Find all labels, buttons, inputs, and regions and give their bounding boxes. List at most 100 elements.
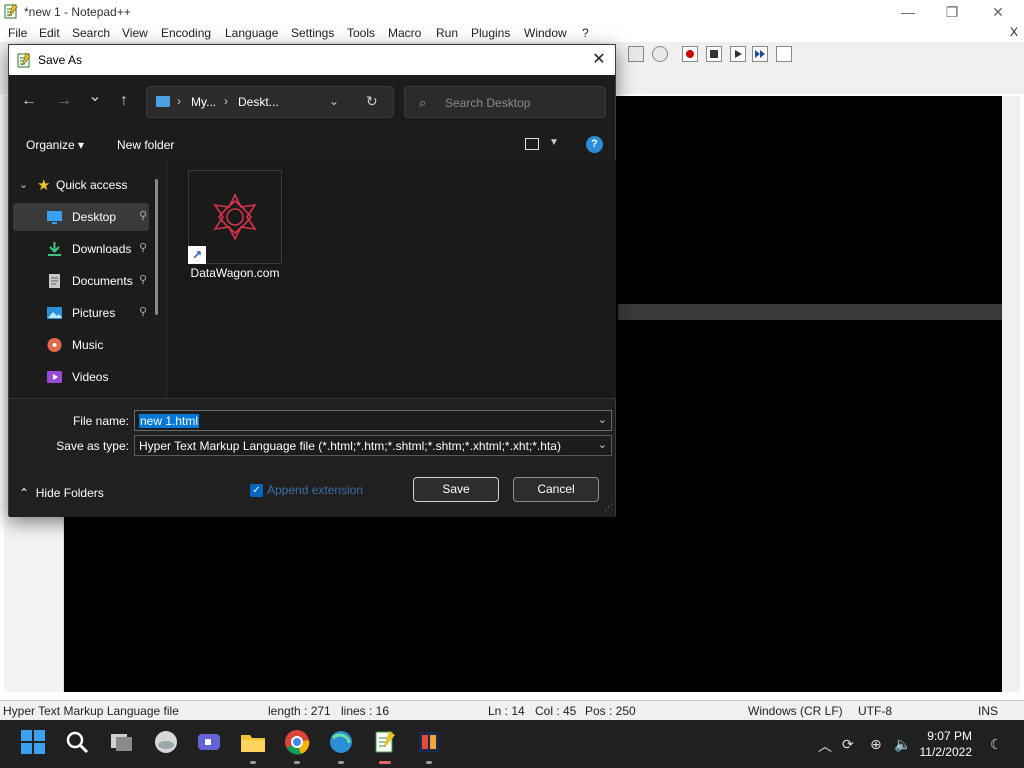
menu-run[interactable]: Run (436, 26, 458, 40)
folder-icon[interactable] (239, 728, 267, 756)
help-icon[interactable]: ? (586, 136, 603, 153)
chrome-icon[interactable] (283, 728, 311, 756)
chevron-down-icon[interactable]: ⌄ (19, 178, 28, 191)
minimize-button[interactable]: — (898, 2, 918, 22)
chevron-down-icon[interactable]: ⌄ (598, 438, 607, 451)
hide-folders-button[interactable]: ⌃ Hide Folders (19, 486, 104, 500)
close-document-button[interactable]: X (1010, 25, 1018, 39)
status-file-type: Hyper Text Markup Language file (3, 704, 179, 718)
notepadpp-app-icon (17, 52, 31, 68)
address-bar[interactable]: › My... › Deskt... ⌄ ↻ (146, 86, 394, 118)
menu-edit[interactable]: Edit (39, 26, 60, 40)
network-icon[interactable]: ⊕ (870, 736, 882, 753)
sidebar-item-downloads[interactable]: Downloads ⚲ (13, 235, 149, 263)
search-icon[interactable] (63, 728, 91, 756)
play-macro-icon[interactable] (730, 46, 746, 62)
menu-search[interactable]: Search (72, 26, 110, 40)
status-eol: Windows (CR LF) (748, 704, 843, 718)
status-position: Pos : 250 (585, 704, 636, 718)
organize-button[interactable]: Organize ▾ (26, 138, 84, 152)
pin-icon: ⚲ (139, 242, 148, 254)
view-layout-icon[interactable] (525, 138, 539, 150)
app-running-indicator (294, 761, 300, 764)
file-name-value[interactable]: new 1.html (139, 414, 200, 428)
taskbar-clock[interactable]: 9:07 PM 11/2/2022 (920, 728, 973, 760)
sidebar-item-documents[interactable]: Documents ⚲ (13, 267, 149, 295)
notepadpp-icon[interactable] (371, 728, 399, 756)
status-column: Col : 45 (535, 704, 577, 718)
run-macro-multiple-icon[interactable] (752, 46, 768, 62)
resize-grip-icon[interactable]: ⋰ (604, 502, 613, 513)
browser-icon[interactable] (327, 728, 355, 756)
chevron-up-icon: ⌃ (19, 486, 30, 500)
toolbar-icon[interactable] (652, 46, 668, 62)
navigation-pane-scrollbar[interactable] (155, 179, 158, 315)
chevron-down-icon[interactable]: ⌄ (598, 413, 607, 426)
sidebar-item-pictures[interactable]: Pictures ⚲ (13, 299, 149, 327)
menu-settings[interactable]: Settings (291, 26, 334, 40)
sidebar-item-label: Documents (72, 274, 133, 288)
tray-update-icon[interactable]: ⟳ (842, 736, 854, 753)
sidebar-item-label: Music (72, 338, 104, 352)
tray-chevron-up-icon[interactable]: ︿ (818, 736, 832, 756)
append-extension-checkbox[interactable]: ✓ (250, 484, 263, 497)
save-as-type-select[interactable]: Hyper Text Markup Language file (*.html;… (134, 435, 612, 456)
menu-view[interactable]: View (122, 26, 148, 40)
editor-scrollbar[interactable] (1002, 96, 1020, 692)
recent-locations-chevron-icon[interactable]: ⌄ (85, 87, 105, 107)
menu-file[interactable]: File (8, 26, 27, 40)
search-input[interactable]: ⌕ Search Desktop (404, 86, 606, 118)
sidebar-item-quick-access[interactable]: ⌄ ★ Quick access (9, 171, 149, 199)
dialog-title: Save As (38, 53, 83, 67)
breadcrumb-item[interactable]: Deskt... (238, 95, 279, 109)
breadcrumb-separator: › (177, 94, 181, 108)
close-icon[interactable]: ✕ (589, 50, 609, 70)
notification-moon-icon[interactable]: ☾ (990, 736, 1003, 753)
search-placeholder: Search Desktop (445, 96, 531, 110)
toolbar-icon[interactable] (628, 46, 644, 62)
up-arrow-icon[interactable]: ↑ (114, 91, 134, 111)
stop-macro-icon[interactable] (706, 46, 722, 62)
new-folder-button[interactable]: New folder (117, 138, 174, 152)
refresh-icon[interactable]: ↻ (366, 93, 378, 110)
cloud-icon[interactable] (152, 728, 180, 756)
sidebar-item-desktop[interactable]: Desktop ⚲ (13, 203, 149, 231)
app-running-indicator (338, 761, 344, 764)
forward-arrow-icon[interactable]: → (54, 91, 74, 111)
menu-language[interactable]: Language (225, 26, 278, 40)
download-icon (48, 242, 61, 256)
notepad-menubar: File Edit Search View Encoding Language … (0, 24, 1024, 42)
volume-icon[interactable]: 🔈 (894, 736, 911, 753)
sidebar-item-videos[interactable]: Videos (13, 363, 149, 391)
save-button[interactable]: Save (413, 477, 499, 502)
star-icon: ★ (37, 177, 51, 194)
file-item-shortcut[interactable]: ↗ DataWagon.com (188, 170, 282, 282)
menu-encoding[interactable]: Encoding (161, 26, 211, 40)
cancel-button[interactable]: Cancel (513, 477, 599, 502)
file-name-field[interactable]: new 1.html ⌄ (134, 410, 612, 431)
append-extension-label[interactable]: Append extension (267, 483, 363, 497)
sidebar-item-music[interactable]: Music (13, 331, 149, 359)
notepad-window-title: *new 1 - Notepad++ (24, 5, 131, 19)
breadcrumb-item[interactable]: My... (191, 95, 216, 109)
app-icon[interactable] (415, 728, 443, 756)
menu-macro[interactable]: Macro (388, 26, 421, 40)
save-macro-icon[interactable] (776, 46, 792, 62)
picture-icon (47, 307, 62, 319)
clock-date: 11/2/2022 (919, 745, 973, 759)
video-chat-icon[interactable] (195, 728, 223, 756)
file-name-label: DataWagon.com (190, 266, 280, 280)
start-icon[interactable] (19, 728, 47, 756)
task-view-icon[interactable] (108, 728, 136, 756)
menu-help[interactable]: ? (582, 26, 589, 40)
close-window-button[interactable]: ✕ (988, 2, 1008, 22)
pin-icon: ⚲ (139, 274, 148, 286)
menu-tools[interactable]: Tools (347, 26, 375, 40)
record-macro-icon[interactable] (682, 46, 698, 62)
address-dropdown-icon[interactable]: ⌄ (329, 94, 339, 108)
view-dropdown-icon[interactable]: ▼ (549, 137, 559, 148)
maximize-button[interactable]: ❐ (942, 2, 962, 22)
menu-plugins[interactable]: Plugins (471, 26, 510, 40)
menu-window[interactable]: Window (524, 26, 567, 40)
back-arrow-icon[interactable]: ← (19, 91, 39, 111)
